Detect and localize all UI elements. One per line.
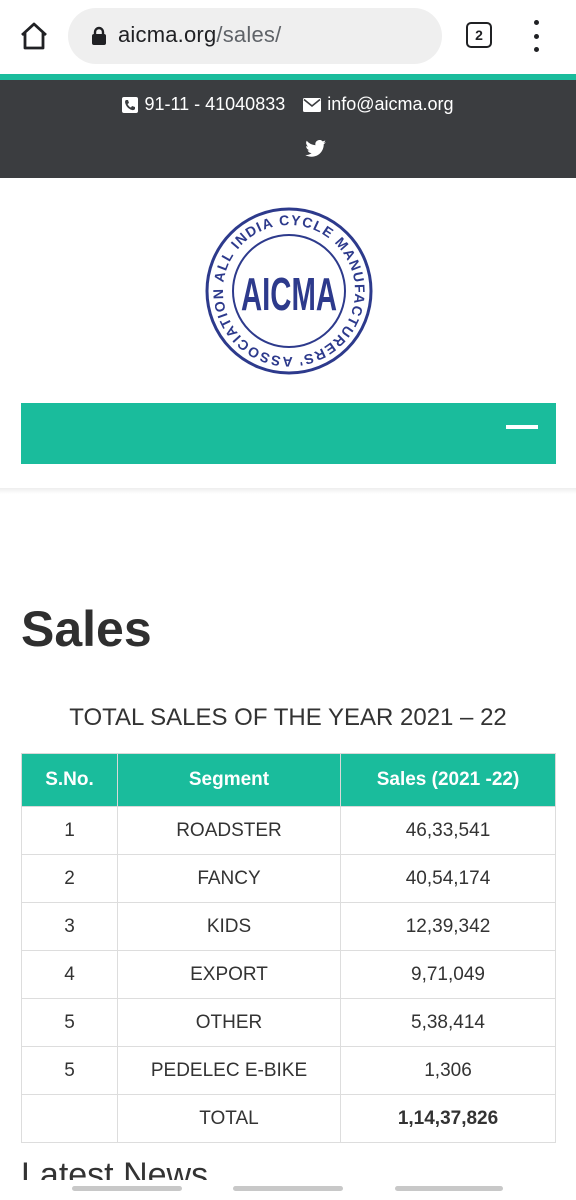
- contact-bar: 91-11 - 41040833 info@aicma.org: [0, 80, 576, 178]
- cell-sno: 5: [21, 1046, 118, 1095]
- browser-toolbar: aicma.org/sales/ 2: [0, 0, 576, 74]
- cell-sno: 1: [21, 806, 118, 855]
- email-address: info@aicma.org: [327, 94, 454, 114]
- cell-sales: 40,54,174: [340, 854, 556, 903]
- cell-sno: [21, 1094, 118, 1143]
- envelope-icon: [303, 97, 322, 112]
- cell-segment: EXPORT: [117, 950, 341, 999]
- address-bar[interactable]: aicma.org/sales/: [68, 8, 442, 64]
- phone-contact[interactable]: 91-11 - 41040833: [122, 94, 285, 115]
- cell-sales: 5,38,414: [340, 998, 556, 1047]
- email-contact[interactable]: info@aicma.org: [303, 94, 454, 115]
- cell-segment: OTHER: [117, 998, 341, 1047]
- table-total-row: TOTAL 1,14,37,826: [21, 1094, 556, 1143]
- lock-icon: [92, 26, 106, 45]
- cell-sno: 3: [21, 902, 118, 951]
- cell-segment: KIDS: [117, 902, 341, 951]
- cell-sno: 2: [21, 854, 118, 903]
- cell-segment: FANCY: [117, 854, 341, 903]
- header-segment: Segment: [117, 753, 341, 807]
- sales-table: S.No. Segment Sales (2021 -22) 1 ROADSTE…: [21, 753, 556, 1143]
- table-row: 3 KIDS 12,39,342: [21, 902, 556, 951]
- menu-toggle-icon[interactable]: [506, 425, 538, 429]
- cell-sales: 46,33,541: [340, 806, 556, 855]
- table-row: 5 PEDELEC E-BIKE 1,306: [21, 1046, 556, 1095]
- twitter-icon[interactable]: [305, 140, 327, 158]
- table-row: 1 ROADSTER 46,33,541: [21, 806, 556, 855]
- tab-switcher-button[interactable]: 2: [466, 22, 492, 48]
- url-host: aicma.org: [118, 22, 217, 47]
- cell-sales: 9,71,049: [340, 950, 556, 999]
- page-title: Sales: [21, 601, 152, 657]
- table-row: 4 EXPORT 9,71,049: [21, 950, 556, 999]
- table-row: 2 FANCY 40,54,174: [21, 854, 556, 903]
- table-title: TOTAL SALES OF THE YEAR 2021 – 22: [69, 704, 507, 731]
- cell-sales: 12,39,342: [340, 902, 556, 951]
- cell-sno: 5: [21, 998, 118, 1047]
- cell-sno: 4: [21, 950, 118, 999]
- table-row: 5 OTHER 5,38,414: [21, 998, 556, 1047]
- cell-sales: 1,306: [340, 1046, 556, 1095]
- phone-icon: [122, 96, 139, 113]
- phone-number: 91-11 - 41040833: [144, 94, 286, 114]
- url-path: /sales/: [216, 22, 282, 47]
- header-sales: Sales (2021 -22): [340, 753, 556, 807]
- overflow-menu-icon[interactable]: [526, 20, 546, 52]
- table-header-row: S.No. Segment Sales (2021 -22): [21, 753, 556, 807]
- home-icon[interactable]: [14, 18, 54, 54]
- cell-total-sales: 1,14,37,826: [340, 1094, 556, 1143]
- header-sno: S.No.: [21, 753, 118, 807]
- cell-segment: PEDELEC E-BIKE: [117, 1046, 341, 1095]
- logo-text: AICMA: [241, 268, 337, 320]
- cell-segment: ROADSTER: [117, 806, 341, 855]
- main-navigation-bar: [21, 403, 556, 464]
- url-text: aicma.org/sales/: [118, 22, 281, 48]
- cell-segment: TOTAL: [117, 1094, 341, 1143]
- aicma-logo[interactable]: ALL INDIA CYCLE MANUFACTURERS' ASSOCIATI…: [204, 206, 374, 376]
- gesture-bar: [0, 1186, 576, 1192]
- header-divider: [0, 488, 576, 494]
